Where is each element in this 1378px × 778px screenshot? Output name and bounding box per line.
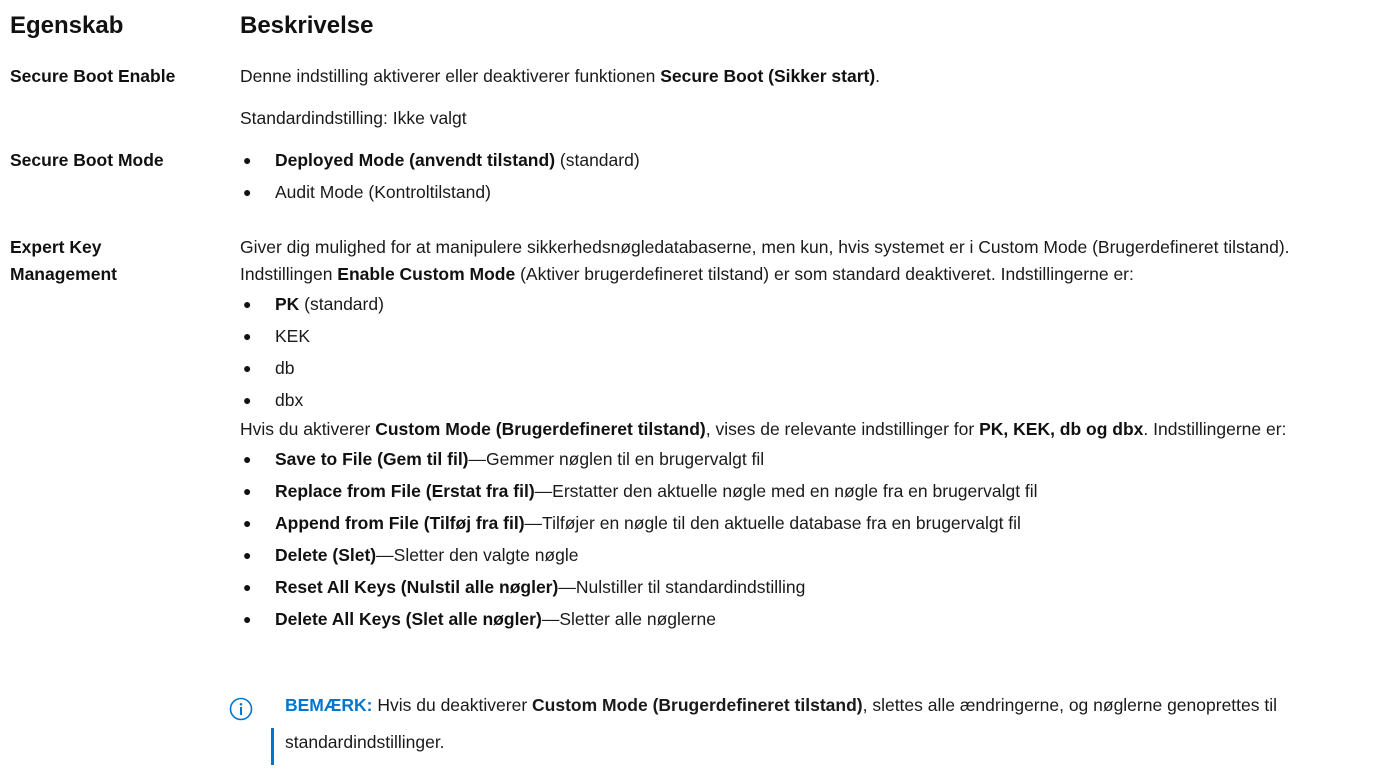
label-secure-boot-enable: Secure Boot Enable [10,66,176,86]
desc-expert-key-management: Giver dig mulighed for at manipulere sik… [240,234,1360,635]
default-text: Standardindstilling: Ikke valgt [240,108,467,128]
custom-options-list: ● Save to File (Gem til fil)—Gemmer nøgle… [240,443,1360,635]
bullet-icon: ● [243,515,252,531]
bullet-icon: ● [243,611,252,627]
bold-text: PK, KEK, db og dbx [979,419,1144,439]
bullet-icon: ● [243,451,252,467]
bullet-icon: ● [243,392,252,408]
item-text: Audit Mode (Kontroltilstand) [275,182,491,202]
text: (Aktiver brugerdefineret tilstand) er so… [515,264,1134,284]
bold-text: Custom Mode (Brugerdefineret tilstand) [375,419,706,439]
list-item: ● Save to File (Gem til fil)—Gemmer nøgle… [240,443,1360,475]
bold-text: Replace from File (Erstat fra fil) [275,481,535,501]
document-page: Egenskab Beskrivelse Secure Boot Enable … [0,0,1378,778]
desc-secure-boot-mode: ● Deployed Mode (anvendt tilstand) (stand… [240,144,1360,208]
bold-text: Reset All Keys (Nulstil alle nøgler) [275,577,559,597]
key-list: ● PK (standard) ● KEK ● db ● dbx [240,288,1360,416]
label-expert-key-management: Expert Key Management [10,237,117,284]
item-text: —Sletter alle nøglerne [541,609,716,629]
bullet-icon: ● [243,579,252,595]
bullet-icon: ● [243,547,252,563]
text: . Indstillingerne er: [1143,419,1287,439]
text: Hvis du deaktiverer [372,695,533,715]
bullet-icon: ● [243,360,252,376]
column-header-description: Beskrivelse [240,12,374,39]
bold-text: Enable Custom Mode [337,264,516,284]
list-item: ● Replace from File (Erstat fra fil)—Erst… [240,475,1360,507]
text: Denne indstilling aktiverer eller deakti… [240,66,661,86]
label-secure-boot-mode: Secure Boot Mode [10,150,164,170]
column-header-property: Egenskab [10,12,124,39]
bold-text: Secure Boot (Sikker start) [660,66,876,86]
secure-boot-enable-default: Standardindstilling: Ikke valgt [240,105,1360,132]
item-text: dbx [275,390,304,410]
info-icon [229,697,253,721]
text: . [875,66,881,86]
bold-text: Delete All Keys (Slet alle nøgler) [275,609,542,629]
bullet-icon: ● [243,328,252,344]
item-text: KEK [275,326,311,346]
item-text: db [275,358,295,378]
list-item: ● db [240,352,1360,384]
expert-key-intro: Giver dig mulighed for at manipulere sik… [240,234,1360,288]
desc-secure-boot-enable: Denne indstilling aktiverer eller deakti… [240,63,1360,90]
item-text: —Erstatter den aktuelle nøgle med en nøg… [534,481,1038,501]
list-item: ● Deployed Mode (anvendt tilstand) (stand… [240,144,1360,176]
secure-boot-enable-line1: Denne indstilling aktiverer eller deakti… [240,63,1360,90]
bold-text: Deployed Mode (anvendt tilstand) [275,150,556,170]
note-bar [271,728,274,765]
bullet-icon: ● [243,152,252,168]
list-item: ● Delete (Slet)—Sletter den valgte nøgle [240,539,1360,571]
list-item: ● Append from File (Tilføj fra fil)—Tilfø… [240,507,1360,539]
bullet-icon: ● [243,483,252,499]
note-text: BEMÆRK: Hvis du deaktiverer Custom Mode … [285,687,1355,761]
note-label: BEMÆRK: [285,695,373,715]
custom-mode-intro: Hvis du aktiverer Custom Mode (Brugerdef… [240,416,1360,443]
bold-text: PK [275,294,300,314]
bold-text: Save to File (Gem til fil) [275,449,469,469]
bold-text: Custom Mode (Brugerdefineret tilstand) [532,695,863,715]
list-item: ● PK (standard) [240,288,1360,320]
item-text: —Tilføjer en nøgle til den aktuelle data… [524,513,1021,533]
bold-text: Delete (Slet) [275,545,377,565]
item-text: —Gemmer nøglen til en brugervalgt fil [468,449,765,469]
secure-boot-mode-list: ● Deployed Mode (anvendt tilstand) (stand… [240,144,1360,208]
bullet-icon: ● [243,184,252,200]
item-text: —Nulstiller til standardindstilling [558,577,806,597]
list-item: ● dbx [240,384,1360,416]
bullet-icon: ● [243,296,252,312]
bold-text: Append from File (Tilføj fra fil) [275,513,525,533]
item-text: (standard) [299,294,384,314]
text: Hvis du aktiverer [240,419,376,439]
list-item: ● Reset All Keys (Nulstil alle nøgler)—Nu… [240,571,1360,603]
note-box: BEMÆRK: Hvis du deaktiverer Custom Mode … [229,687,1359,778]
text: , vises de relevante indstillinger for [705,419,980,439]
item-text: (standard) [555,150,640,170]
item-text: —Sletter den valgte nøgle [376,545,579,565]
list-item: ● Audit Mode (Kontroltilstand) [240,176,1360,208]
list-item: ● Delete All Keys (Slet alle nøgler)—Slet… [240,603,1360,635]
list-item: ● KEK [240,320,1360,352]
